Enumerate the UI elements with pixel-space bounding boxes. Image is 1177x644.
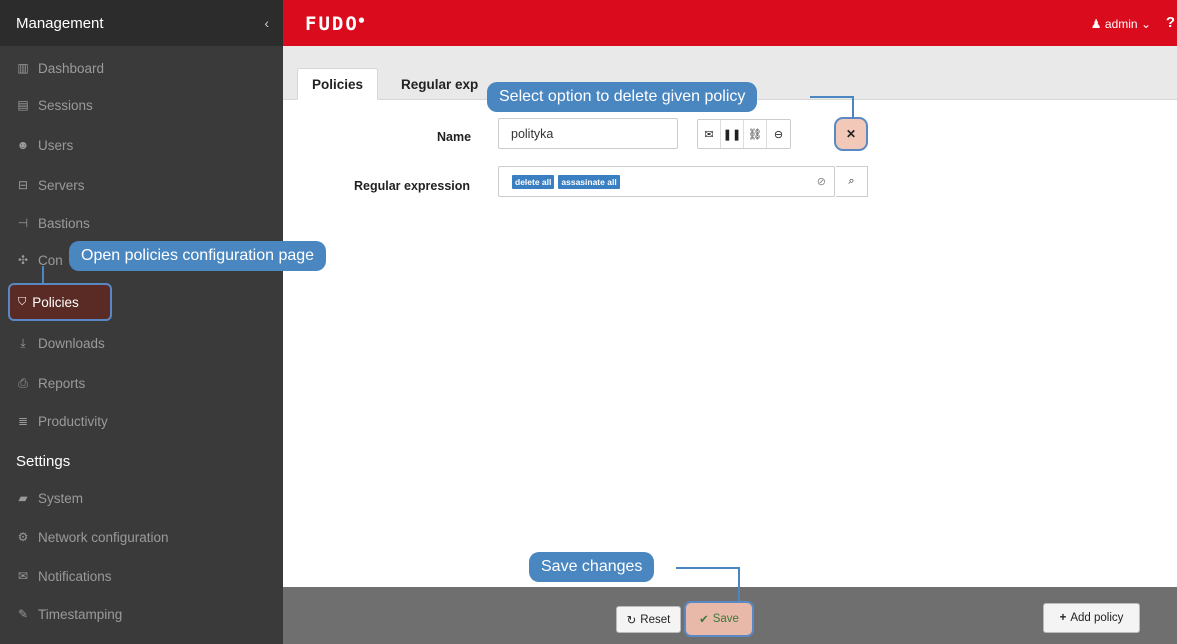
sidebar-item-bastions[interactable]: ⊣ Bastions (16, 212, 90, 234)
sidebar-item-system[interactable]: ▰ System (16, 487, 83, 509)
name-label: Name (437, 130, 472, 144)
users-icon: ☻ (16, 138, 30, 152)
sidebar-item-label: Reports (38, 375, 86, 391)
add-policy-button[interactable]: + Add policy (1043, 603, 1140, 633)
arrows-icon: ✣ (17, 253, 29, 267)
add-policy-label: Add policy (1070, 612, 1124, 624)
sidebar-item-reports[interactable]: ⎙ Reports (16, 372, 85, 394)
plus-icon: + (1059, 612, 1067, 624)
callout-save: Save changes (529, 552, 655, 582)
sidebar-item-users[interactable]: ☻ Users (16, 134, 74, 156)
sidebar-item-notifications[interactable]: ✉ Notifications (16, 565, 112, 587)
policy-name-input[interactable]: polityka (498, 118, 678, 149)
sidebar-item-dashboard[interactable]: ▥ Dashboard (16, 57, 104, 79)
film-icon: ▤ (17, 98, 29, 112)
sidebar-item-productivity[interactable]: ≣ Productivity (16, 410, 108, 432)
tab-regular-expressions[interactable]: Regular exp (387, 68, 492, 100)
help-icon[interactable]: ? (1166, 14, 1175, 31)
sidebar-item-label: Servers (38, 177, 85, 193)
regex-tag[interactable]: assasinate all (558, 174, 620, 189)
user-icon: ♟ (1090, 17, 1102, 31)
delete-policy-button[interactable]: ✕ (834, 117, 868, 151)
sidebar-item-sessions[interactable]: ▤ Sessions (16, 94, 93, 116)
settings-section-title: Settings (16, 453, 71, 470)
collapse-sidebar-icon[interactable]: ‹ (264, 15, 269, 31)
sidebar-item-network-configuration[interactable]: ⚙ Network configuration (16, 526, 169, 548)
sidebar-item-downloads[interactable]: ⤓ Downloads (16, 332, 105, 354)
email-icon[interactable]: ✉ (698, 120, 721, 148)
save-label: Save (712, 613, 739, 625)
sidebar-item-label: Users (38, 137, 74, 153)
search-icon[interactable]: ⌕ (836, 166, 868, 197)
edit-icon: ✎ (17, 607, 29, 621)
pause-icon[interactable]: ❚❚ (721, 120, 744, 148)
sidebar-title: Management (16, 14, 104, 32)
sidebar-item-policies[interactable]: ⛉ Policies (8, 283, 112, 321)
sitemap-icon: ⊣ (17, 216, 29, 230)
callout-open-policies: Open policies configuration page (69, 241, 327, 271)
chevron-down-icon: ⌄ (1140, 17, 1151, 31)
sidebar-header: Management ‹ (0, 0, 283, 46)
callout-connector (738, 567, 740, 601)
reset-label: Reset (640, 613, 671, 626)
cogs-icon: ⚙ (17, 530, 29, 544)
dashboard-icon: ▥ (17, 61, 29, 75)
fudo-logo[interactable]: FUDO● (305, 13, 366, 35)
clear-icon[interactable]: ⊘ (817, 175, 826, 188)
print-icon: ⎙ (18, 375, 28, 390)
list-icon: ≣ (17, 414, 29, 428)
shield-icon: ⛉ (18, 295, 27, 308)
unlink-icon[interactable]: ⛓ (744, 120, 767, 148)
sidebar-item-label: Sessions (38, 97, 93, 113)
callout-connector (852, 96, 854, 117)
save-button[interactable]: ✔ Save (684, 601, 754, 637)
server-icon: ⊟ (17, 178, 29, 192)
sidebar-item-label: Policies (32, 294, 79, 310)
callout-connector (676, 567, 740, 569)
sidebar-item-label: Bastions (38, 215, 90, 231)
user-menu[interactable]: ♟ admin ⌄ (1091, 17, 1151, 31)
user-name: admin (1104, 17, 1138, 31)
sidebar-item-label: Productivity (38, 413, 108, 429)
regex-label: Regular expression (354, 179, 471, 193)
regex-tag[interactable]: delete all (512, 174, 555, 189)
sidebar-item-servers[interactable]: ⊟ Servers (16, 174, 85, 196)
sidebar-item-label: Dashboard (38, 60, 105, 76)
check-icon: ✔ (699, 614, 709, 626)
callout-connector (810, 96, 854, 98)
sidebar-item-connections[interactable]: ✣ Con (16, 249, 63, 271)
folder-icon: ▰ (18, 491, 28, 505)
sidebar-item-label: Notifications (38, 568, 112, 584)
sidebar-item-label: System (38, 490, 84, 506)
sidebar-item-label: Timestamping (38, 606, 123, 622)
callout-delete: Select option to delete given policy (487, 82, 758, 112)
envelope-icon: ✉ (17, 569, 29, 583)
block-icon[interactable]: ⊖ (767, 120, 790, 148)
regex-tags-input[interactable]: delete all assasinate all ⊘ (498, 166, 835, 197)
policy-actions-group: ✉ ❚❚ ⛓ ⊖ (697, 119, 791, 149)
top-bar: FUDO● ♟ admin ⌄ ? (283, 0, 1177, 46)
sidebar-item-label: Downloads (38, 335, 105, 351)
download-icon: ⤓ (20, 335, 26, 350)
refresh-icon: ↻ (626, 614, 637, 627)
callout-connector (42, 266, 44, 283)
tab-policies[interactable]: Policies (297, 68, 379, 100)
sidebar-item-timestamping[interactable]: ✎ Timestamping (16, 603, 122, 625)
sidebar-item-label: Network configuration (38, 529, 169, 545)
reset-button[interactable]: ↻ Reset (616, 606, 681, 633)
